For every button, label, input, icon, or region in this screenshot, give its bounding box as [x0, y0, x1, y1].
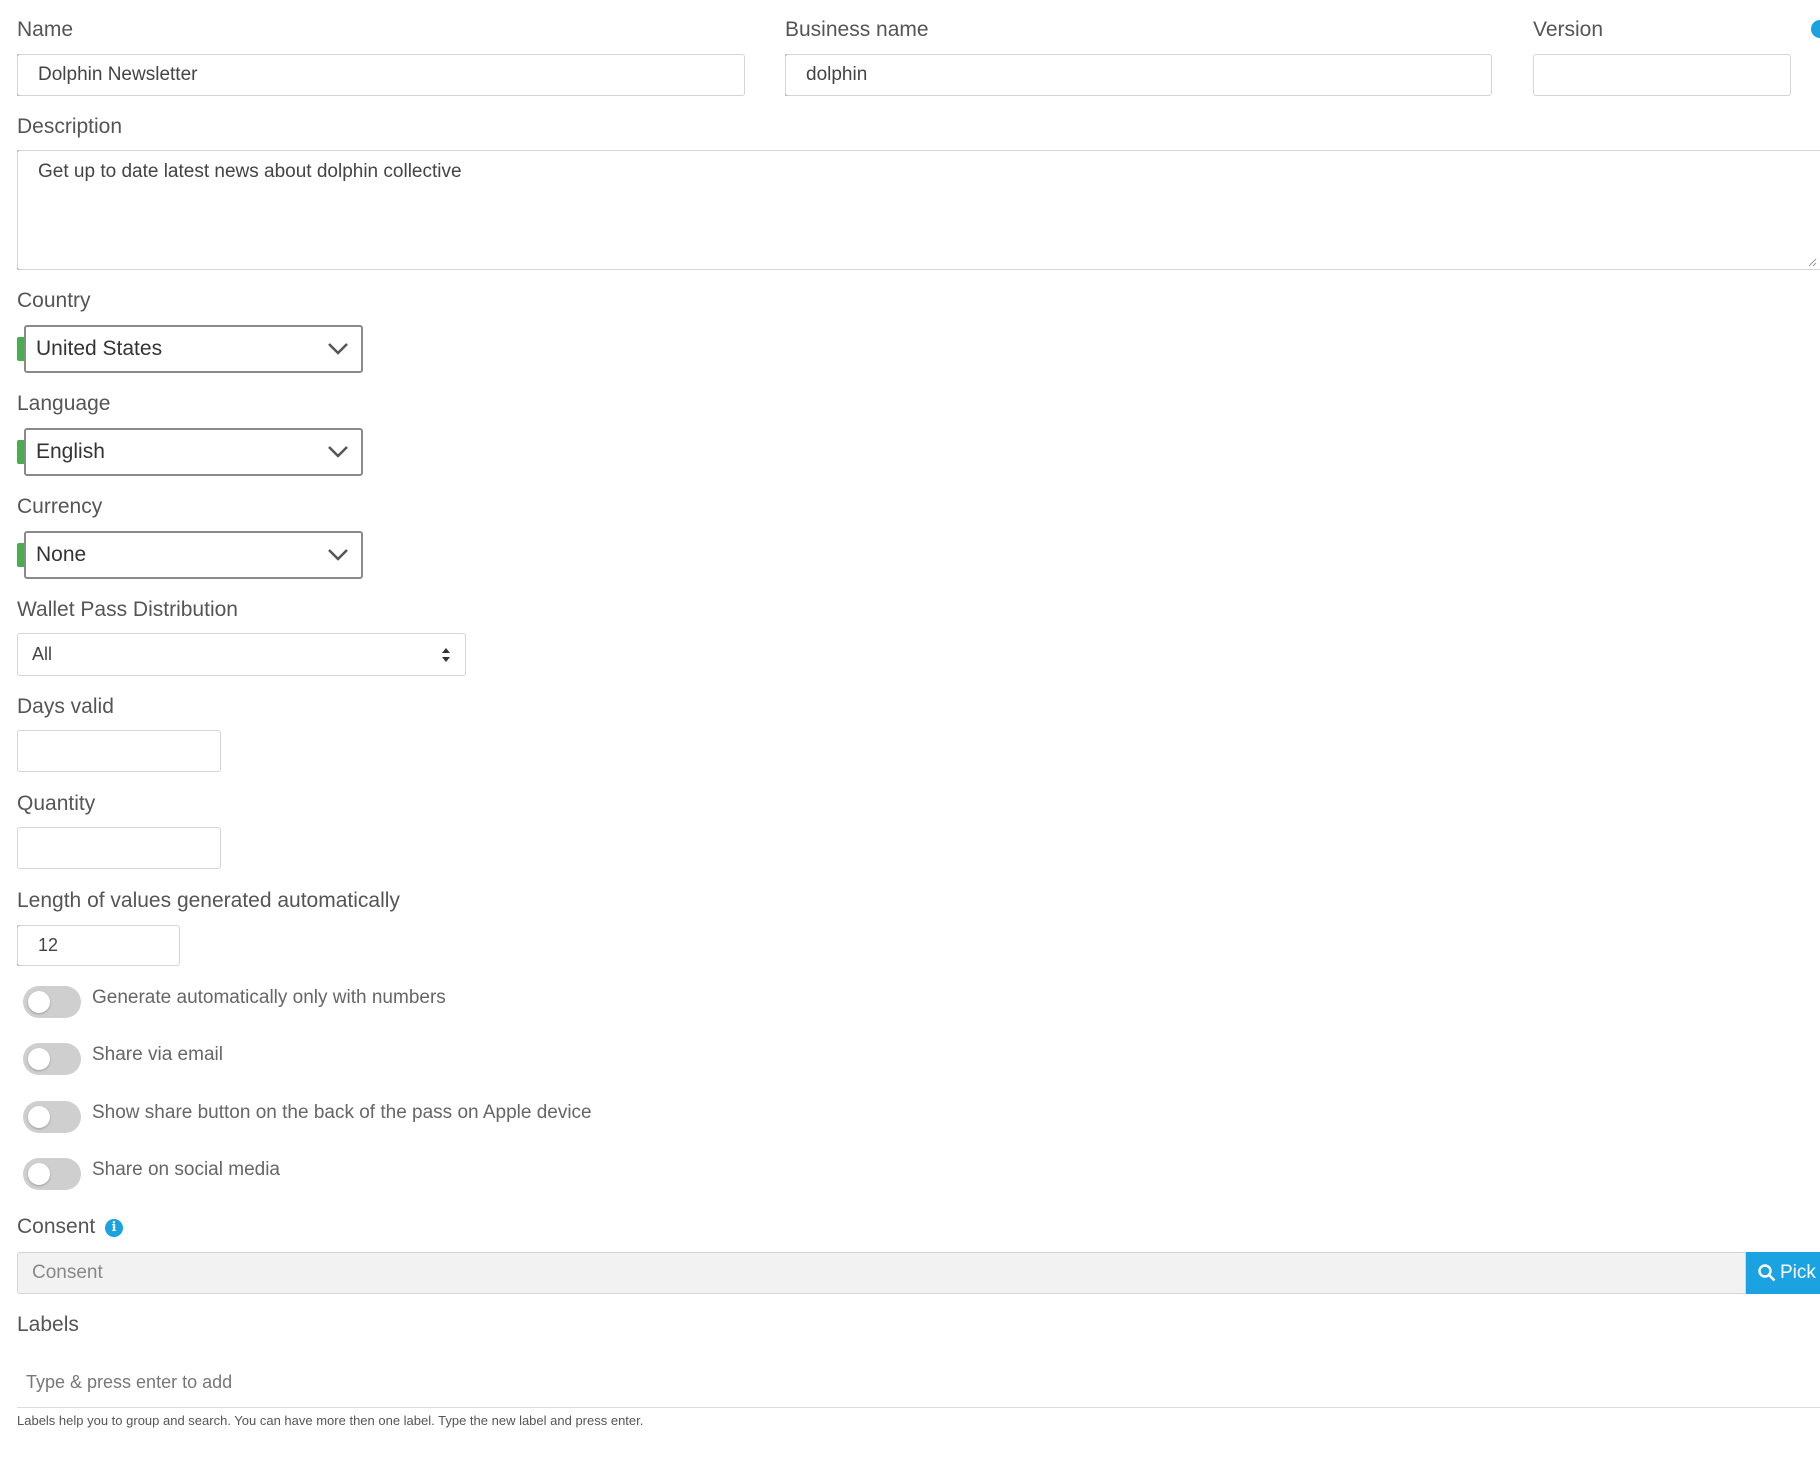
- apple-share-button-toggle[interactable]: [23, 1101, 81, 1133]
- version-input[interactable]: [1533, 54, 1791, 96]
- apple-share-button-label: Show share button on the back of the pas…: [92, 1102, 592, 1123]
- currency-select[interactable]: None: [24, 531, 363, 579]
- days-valid-input[interactable]: [17, 730, 221, 772]
- business-name-label: Business name: [785, 18, 929, 41]
- labels-help-text: Labels help you to group and search. You…: [17, 1413, 644, 1428]
- currency-value: None: [36, 543, 87, 566]
- chevron-down-icon: [328, 446, 348, 458]
- toggle-knob: [28, 1106, 50, 1128]
- country-select[interactable]: United States: [24, 325, 363, 373]
- quantity-input[interactable]: [17, 827, 221, 869]
- info-icon[interactable]: i: [105, 1219, 123, 1237]
- consent-input[interactable]: Consent: [17, 1252, 1746, 1294]
- wallet-pass-distribution-select[interactable]: All: [17, 633, 466, 676]
- pick-button[interactable]: Pick: [1746, 1252, 1820, 1294]
- wallet-pass-distribution-label: Wallet Pass Distribution: [17, 598, 238, 621]
- toggle-knob: [28, 1163, 50, 1185]
- country-value: United States: [36, 337, 163, 360]
- labels-placeholder: Type & press enter to add: [26, 1372, 233, 1392]
- auto-length-input[interactable]: 12: [17, 925, 180, 966]
- wallet-pass-distribution-value: All: [32, 644, 53, 664]
- name-input[interactable]: Dolphin Newsletter: [17, 54, 745, 96]
- consent-label: Consent: [17, 1215, 96, 1238]
- currency-valid-indicator: [17, 543, 24, 567]
- business-name-input[interactable]: dolphin: [785, 54, 1492, 96]
- language-select[interactable]: English: [24, 428, 363, 476]
- numbers-only-toggle[interactable]: [23, 986, 81, 1018]
- labels-label: Labels: [17, 1313, 79, 1336]
- auto-length-label: Length of values generated automatically: [17, 889, 400, 912]
- country-valid-indicator: [17, 337, 24, 361]
- resize-handle-icon[interactable]: [1807, 257, 1817, 267]
- chevron-down-icon: [328, 343, 348, 355]
- share-email-label: Share via email: [92, 1044, 223, 1065]
- info-icon[interactable]: [1811, 20, 1820, 38]
- quantity-label: Quantity: [17, 792, 96, 815]
- days-valid-label: Days valid: [17, 695, 114, 718]
- toggle-knob: [28, 991, 50, 1013]
- description-textarea[interactable]: Get up to date latest news about dolphin…: [17, 150, 1820, 270]
- search-icon: [1758, 1264, 1776, 1282]
- numbers-only-label: Generate automatically only with numbers: [92, 987, 446, 1008]
- social-media-label: Share on social media: [92, 1159, 280, 1180]
- language-value: English: [36, 440, 105, 463]
- description-value: Get up to date latest news about dolphin…: [38, 161, 462, 182]
- auto-length-value: 12: [38, 935, 59, 955]
- pick-label: Pick: [1780, 1262, 1816, 1283]
- sort-arrows-icon: [442, 648, 450, 662]
- business-name-value: dolphin: [806, 64, 868, 85]
- version-label: Version: [1533, 18, 1604, 41]
- share-email-toggle[interactable]: [23, 1043, 81, 1075]
- toggle-knob: [28, 1048, 50, 1070]
- name-value: Dolphin Newsletter: [38, 64, 198, 85]
- social-media-toggle[interactable]: [23, 1158, 81, 1190]
- language-valid-indicator: [17, 440, 24, 464]
- name-label: Name: [17, 18, 74, 41]
- currency-label: Currency: [17, 495, 103, 518]
- description-label: Description: [17, 115, 123, 138]
- language-label: Language: [17, 392, 111, 415]
- country-label: Country: [17, 289, 91, 312]
- chevron-down-icon: [328, 549, 348, 561]
- consent-placeholder: Consent: [32, 1262, 103, 1283]
- labels-input[interactable]: Type & press enter to add: [17, 1358, 1820, 1408]
